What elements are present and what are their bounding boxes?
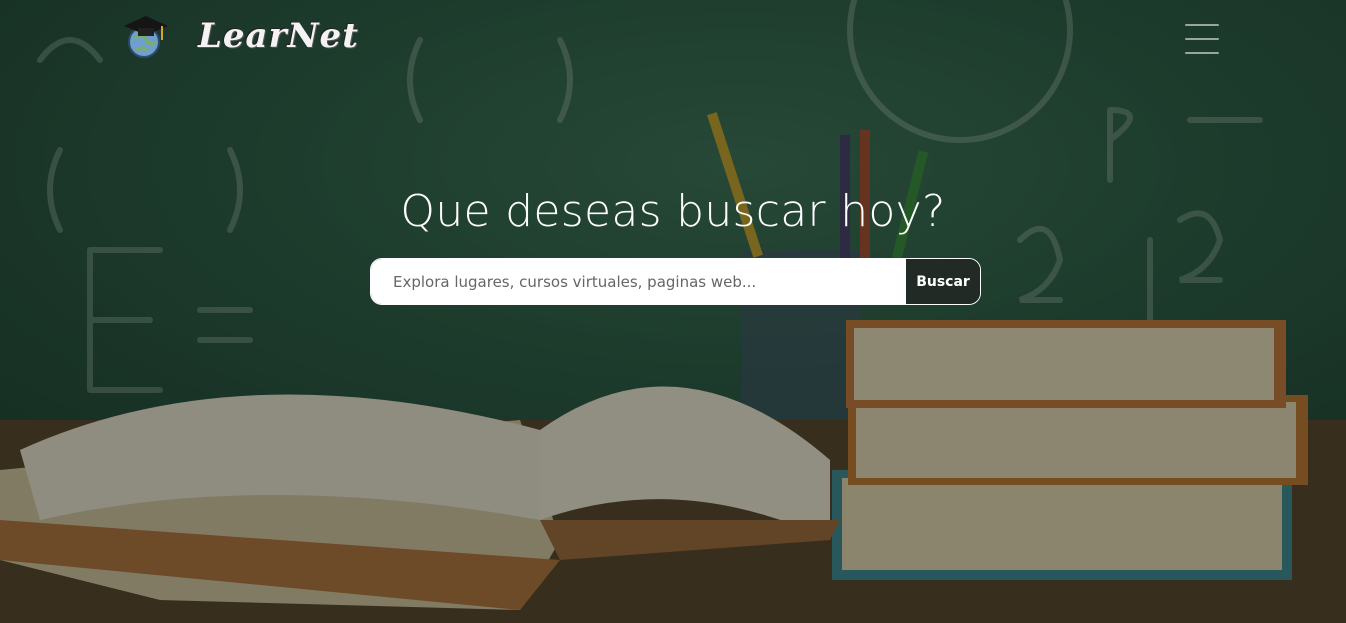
graduation-cap-globe-icon bbox=[124, 16, 168, 58]
menu-line bbox=[1185, 24, 1219, 26]
search-input[interactable] bbox=[371, 259, 906, 304]
navbar: LearNet bbox=[0, 0, 1346, 78]
menu-line bbox=[1185, 52, 1219, 54]
hamburger-menu-icon[interactable] bbox=[1185, 24, 1219, 54]
brand[interactable]: LearNet bbox=[120, 10, 359, 62]
menu-line bbox=[1185, 38, 1219, 40]
background-overlay bbox=[0, 0, 1346, 623]
brand-wordmark: LearNet bbox=[198, 16, 359, 56]
hero-background bbox=[0, 0, 1346, 623]
search-button[interactable]: Buscar bbox=[906, 259, 980, 304]
hero-title: Que deseas buscar hoy? bbox=[400, 186, 946, 237]
search-form: Buscar bbox=[370, 258, 981, 305]
